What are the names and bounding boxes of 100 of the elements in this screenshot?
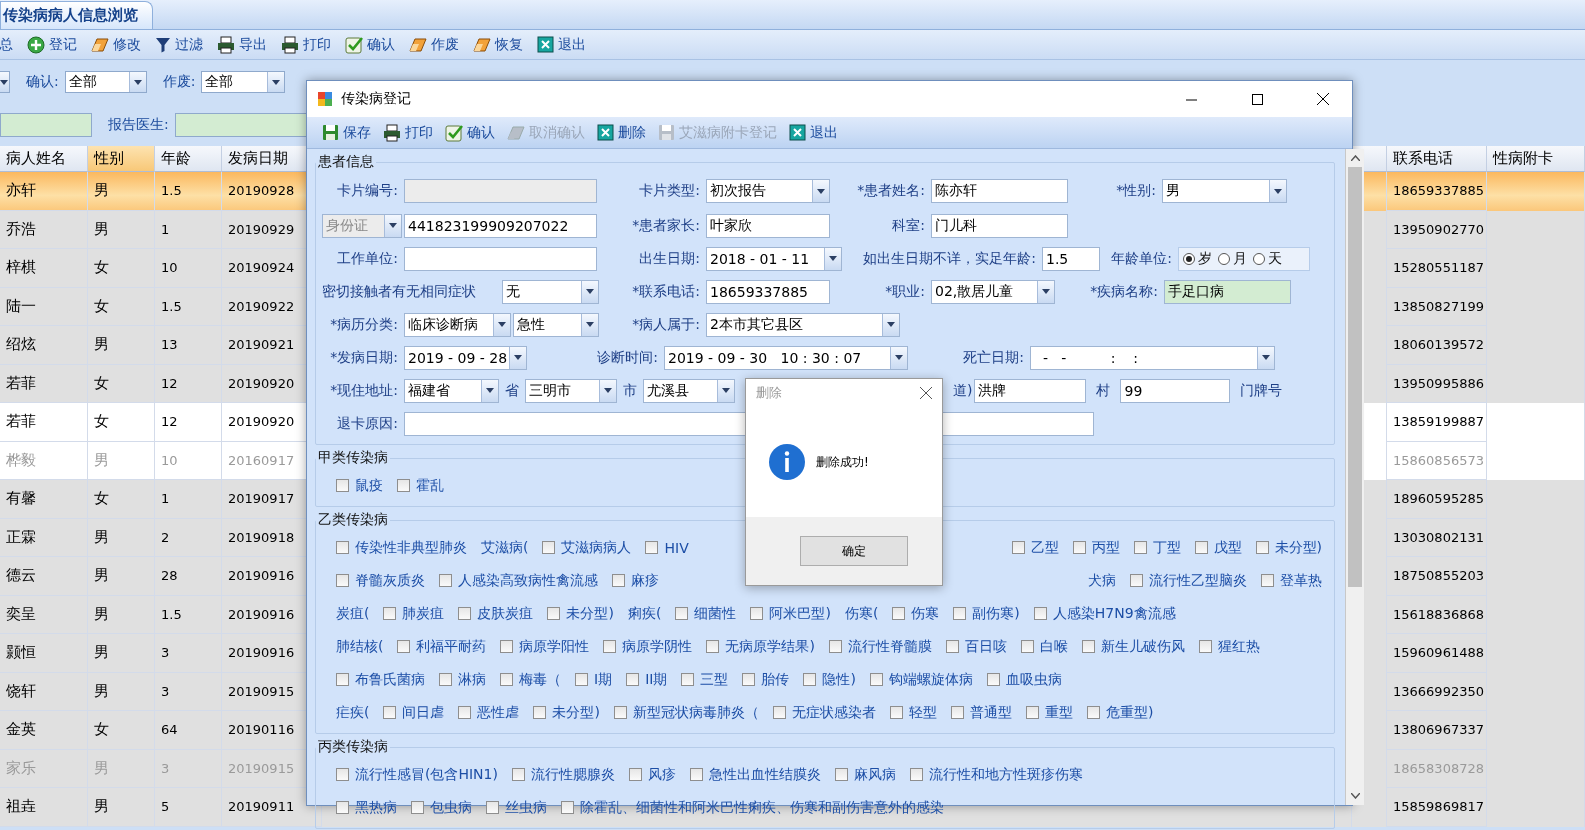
disease-checkbox[interactable]: 乙型 [1011,538,1059,557]
toolbar-button[interactable]: 退出 [784,119,843,146]
id-number-field[interactable]: 441823199909207022 [404,213,597,238]
disease-checkbox[interactable]: 利福平耐药 [397,637,487,656]
dropdown-field[interactable]: 2019 - 09 - 28 [404,345,527,370]
disease-checkbox[interactable]: 鼠疫 [336,476,383,495]
disease-checkbox[interactable]: 副伤寒) [953,604,1020,623]
disease-checkbox[interactable]: 急性出血性结膜炎 [689,765,821,784]
column-header[interactable]: 性别 [88,146,155,172]
scrollbar[interactable] [1345,149,1364,805]
disease-checkbox[interactable]: 淋病 [439,670,486,689]
disease-checkbox[interactable]: 人感染H7N9禽流感 [1033,604,1176,623]
disease-checkbox[interactable]: 脊髓灰质炎 [336,571,425,590]
column-header[interactable]: 联系电话 [1387,146,1487,172]
text-field[interactable] [0,113,92,137]
toolbar-button[interactable]: 导出 [212,31,272,58]
disease-checkbox[interactable]: 无病原学结果) [706,637,815,656]
column-header[interactable]: 性病附卡 [1487,146,1585,172]
text-field[interactable]: 叶家欣 [706,213,830,238]
dropdown-field[interactable]: 2018 - 01 - 11 [706,246,842,271]
disease-checkbox[interactable]: 黑热病 [336,798,397,817]
disease-checkbox[interactable]: 未分型) [547,604,614,623]
disease-checkbox[interactable]: 丙型 [1072,538,1120,557]
disease-checkbox[interactable]: 间日虐 [383,703,445,722]
disease-checkbox[interactable]: 麻疹 [612,571,659,590]
dropdown-field[interactable]: 尤溪县 [643,378,735,403]
disease-checkbox[interactable]: 戊型 [1194,538,1242,557]
dropdown-field[interactable]: 2019 - 09 - 30 10 : 30 : 07 [664,345,908,370]
disease-checkbox[interactable]: 未分型) [1255,538,1322,557]
text-field[interactable]: 门儿科 [931,213,1068,238]
maximize-icon[interactable] [1251,93,1263,105]
disease-checkbox[interactable]: 流行性和地方性斑疹伤寒 [909,765,1083,784]
disease-checkbox[interactable]: 危重型) [1086,703,1154,722]
disease-checkbox[interactable]: 流行性腮腺炎 [511,765,615,784]
disease-checkbox[interactable]: 病原学阴性 [603,637,693,656]
dropdown-field[interactable]: 三明市 [525,378,617,403]
disease-checkbox[interactable]: 梅毒（ [500,670,561,689]
radio-option[interactable]: 天 [1253,249,1282,268]
radio-option[interactable]: 月 [1218,249,1247,268]
disease-checkbox[interactable]: 丁型 [1133,538,1181,557]
close-icon[interactable] [1317,93,1329,105]
dropdown-field[interactable]: 02,散居儿童 [931,279,1055,304]
dropdown-field[interactable]: 初次报告 [706,179,830,203]
dropdown-field[interactable]: 全部 [64,71,147,93]
text-field[interactable]: 18659337885 [706,279,830,304]
dropdown-field[interactable]: 临床诊断病 [404,312,511,337]
disease-checkbox[interactable]: 恶性虐 [458,703,520,722]
dropdown-field[interactable]: 无 [502,279,599,304]
radio-option[interactable]: 岁 [1183,249,1212,268]
disease-checkbox[interactable]: 伤寒 [892,604,940,623]
disease-checkbox[interactable]: 轻型 [889,703,937,722]
toolbar-button[interactable]: 登记 [22,31,82,58]
disease-checkbox[interactable]: HIV [645,539,689,556]
disease-checkbox[interactable]: 肺炭疽 [383,604,445,623]
column-header[interactable]: 病人姓名 [0,146,88,172]
toolbar-button[interactable]: 确认 [440,119,500,146]
toolbar-button[interactable]: 确认 [340,31,400,58]
text-field[interactable] [404,246,597,271]
disease-checkbox[interactable]: 丝虫病 [486,798,547,817]
column-header[interactable]: 年龄 [155,146,222,172]
disease-checkbox[interactable]: 重型 [1025,703,1073,722]
toolbar-button[interactable]: 作废 [404,31,464,58]
disease-checkbox[interactable]: 无症状感染者 [772,703,876,722]
disease-checkbox[interactable]: 布鲁氏菌病 [336,670,425,689]
scroll-thumb[interactable] [1348,167,1362,587]
disease-checkbox[interactable]: 隐性) [803,670,856,689]
disease-checkbox[interactable]: II期 [626,670,668,689]
disease-checkbox[interactable]: 猩红热 [1198,637,1260,656]
toolbar-button[interactable]: 打印 [378,119,438,146]
dropdown-field[interactable]: 福建省 [404,378,499,403]
disease-checkbox[interactable]: 皮肤炭疽 [458,604,534,623]
page-tab[interactable]: 传染病病人信息浏览 [0,1,153,29]
toolbar-button[interactable]: 删除 [592,119,651,146]
text-field[interactable]: 99 [1120,378,1231,403]
toolbar-button[interactable]: 过滤 [150,31,208,58]
toolbar-button[interactable]: 退出 [532,31,591,58]
disease-checkbox[interactable]: 新生儿破伤风 [1081,637,1185,656]
text-field[interactable]: 手足口病 [1164,279,1291,304]
toolbar-button[interactable]: 打印 [276,31,336,58]
toolbar-button[interactable]: 修改 [86,31,146,58]
dropdown-field[interactable]: 2本市其它县区 [706,312,900,337]
disease-checkbox[interactable]: 风疹 [628,765,676,784]
disease-checkbox[interactable]: 人感染高致病性禽流感 [439,571,598,590]
text-field[interactable]: 洪牌 [974,378,1087,403]
close-icon[interactable] [920,387,932,399]
disease-checkbox[interactable]: 白喉 [1020,637,1068,656]
disease-checkbox[interactable]: 钩端螺旋体病 [869,670,973,689]
toolbar-button[interactable]: 保存 [317,119,376,146]
dropdown-field[interactable]: 全部 [201,71,286,93]
disease-checkbox[interactable]: 普通型 [950,703,1012,722]
disease-checkbox[interactable]: I期 [575,670,613,689]
disease-checkbox[interactable]: 流行性感冒(包含HIN1) [336,765,498,784]
disease-checkbox[interactable]: 病原学阳性 [500,637,590,656]
disease-checkbox[interactable]: 传染性非典型肺炎 [336,538,467,557]
toolbar-button[interactable]: 恢复 [468,31,528,58]
disease-checkbox[interactable]: 百日咳 [945,637,1007,656]
ok-button[interactable]: 确定 [800,536,908,566]
dropdown-field[interactable]: 男 [1162,179,1287,203]
disease-checkbox[interactable]: 流行性乙型脑炎 [1130,571,1247,590]
dropdown-field[interactable]: - - : : [1030,345,1275,370]
